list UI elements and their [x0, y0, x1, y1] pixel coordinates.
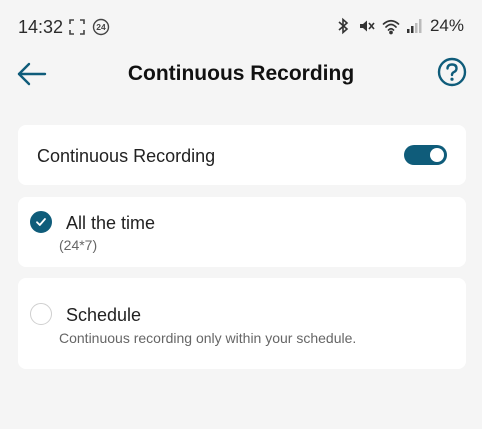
continuous-recording-label: Continuous Recording: [37, 146, 216, 166]
option-subtitle: Continuous recording only within your sc…: [59, 330, 357, 346]
option-title: All the time: [66, 213, 156, 233]
battery-percentage: 24%: [429, 16, 464, 35]
app-header: Continuous Recording: [0, 52, 482, 98]
all-the-time-radio[interactable]: [30, 211, 52, 233]
help-button[interactable]: [436, 56, 468, 88]
continuous-recording-card: Continuous Recording: [18, 125, 466, 185]
option-schedule[interactable]: Schedule Continuous recording only withi…: [18, 278, 466, 369]
help-circle-icon: [436, 57, 468, 92]
svg-text:24: 24: [96, 22, 106, 32]
wifi-icon: [382, 17, 400, 35]
screenshot-icon: [68, 18, 86, 36]
24-badge-icon: 24: [92, 18, 110, 36]
bluetooth-icon: [334, 17, 352, 35]
status-time: 14:32: [18, 17, 64, 37]
schedule-radio[interactable]: [30, 303, 52, 325]
page-title: Continuous Recording: [127, 62, 355, 85]
option-title: Schedule: [66, 305, 142, 325]
option-all-the-time[interactable]: All the time (24*7): [18, 197, 466, 267]
continuous-recording-toggle[interactable]: [404, 145, 447, 165]
toggle-knob: [430, 148, 444, 162]
signal-icon: [406, 17, 424, 35]
mute-icon: [358, 17, 376, 35]
status-bar: 14:32 24 24%: [0, 0, 482, 52]
option-subtitle: (24*7): [59, 237, 98, 253]
